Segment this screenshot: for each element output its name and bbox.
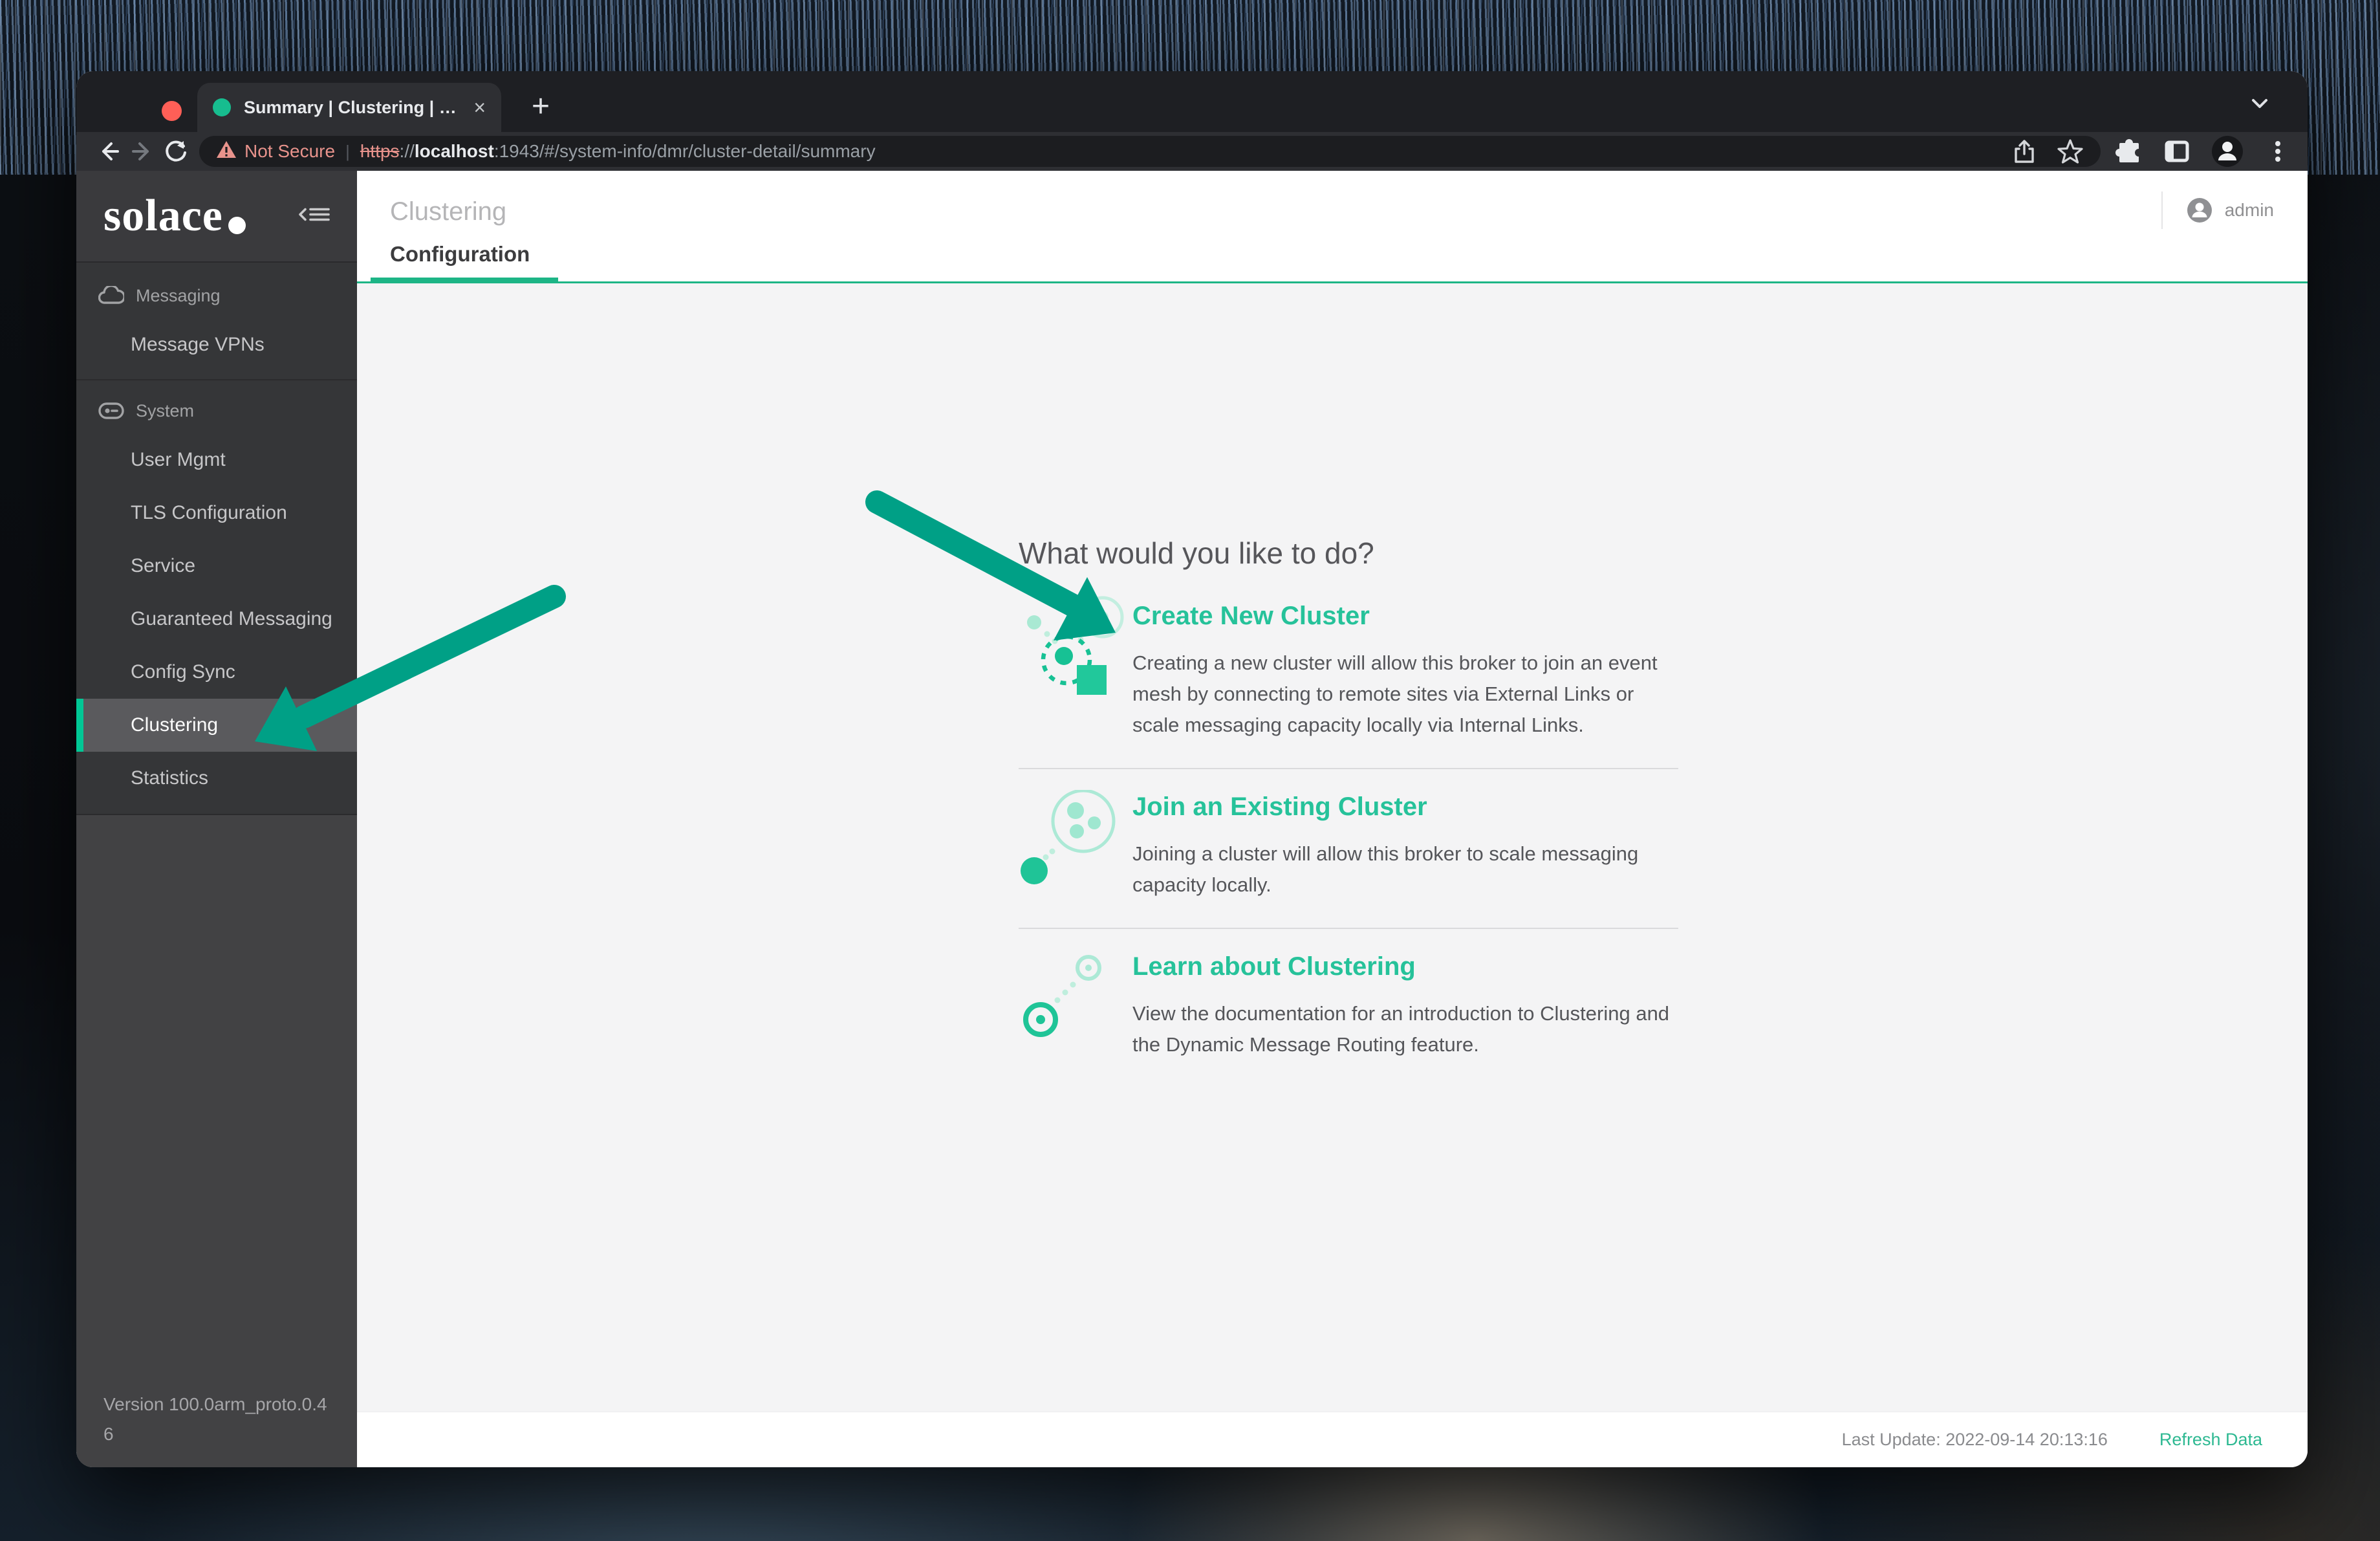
tab-bar: Configuration (357, 226, 2308, 283)
warning-icon (216, 140, 237, 164)
reload-icon[interactable] (159, 135, 193, 168)
browser-tabstrip: Summary | Clustering | System × + (76, 71, 2308, 132)
url-separator: | (345, 141, 350, 161)
create-new-cluster-link[interactable]: Create New Cluster (1132, 602, 1678, 631)
sidebar-item-user-mgmt[interactable]: User Mgmt (76, 433, 357, 486)
sidebar-item-statistics[interactable]: Statistics (76, 752, 357, 805)
section-system: System (76, 388, 357, 433)
url-path: :1943/#/system-info/dmr/cluster-detail/s… (493, 141, 876, 161)
collapse-sidebar-icon[interactable] (298, 202, 331, 231)
status-bar: Last Update: 2022-09-14 20:13:16 Refresh… (357, 1412, 2308, 1467)
sidebar-divider (76, 379, 357, 380)
extensions-puzzle-icon[interactable] (2115, 137, 2143, 166)
sidebar-item-service[interactable]: Service (76, 540, 357, 593)
page-title: Clustering (390, 197, 507, 226)
url-text: https://localhost:1943/#/system-info/dmr… (360, 141, 876, 162)
tab-configuration[interactable]: Configuration (390, 242, 530, 267)
sidebar-item-message-vpns[interactable]: Message VPNs (76, 318, 357, 371)
sidebar-item-guaranteed-messaging[interactable]: Guaranteed Messaging (76, 593, 357, 646)
option-create-new-cluster: Create New Cluster Creating a new cluste… (1019, 593, 1678, 768)
section-messaging: Messaging (76, 273, 357, 318)
question-heading: What would you like to do? (1019, 536, 1374, 570)
address-bar[interactable]: Not Secure | https://localhost:1943/#/sy… (199, 136, 2101, 167)
profile-icon[interactable] (2211, 135, 2244, 168)
omnibox-actions (2011, 138, 2084, 165)
share-icon[interactable] (2011, 138, 2037, 164)
forward-icon[interactable] (125, 135, 159, 168)
back-icon[interactable] (92, 135, 125, 168)
section-label: System (136, 400, 195, 421)
url-host: localhost (414, 141, 494, 161)
side-panel-icon[interactable] (2163, 137, 2191, 166)
join-existing-cluster-link[interactable]: Join an Existing Cluster (1132, 792, 1678, 822)
main-panel: Clustering admin Configuration What woul… (357, 171, 2308, 1467)
tab-title: Summary | Clustering | System (244, 97, 464, 117)
learn-about-clustering-description: View the documentation for an introducti… (1132, 1002, 1670, 1056)
close-window-button[interactable] (162, 101, 182, 121)
main-header: Clustering admin Configuration (357, 171, 2308, 283)
active-tab-underline (371, 278, 558, 283)
tab-close-icon[interactable]: × (473, 97, 486, 118)
sidebar-footer: Version 100.0arm_proto.0.4 6 (76, 814, 357, 1467)
tab-favicon-icon (213, 98, 231, 116)
section-label: Messaging (136, 285, 221, 305)
username: admin (2224, 200, 2274, 220)
refresh-data-link[interactable]: Refresh Data (2159, 1430, 2262, 1450)
join-cluster-icon (1019, 789, 1132, 901)
browser-tab-active[interactable]: Summary | Clustering | System × (197, 83, 501, 132)
learn-clustering-icon (1019, 952, 1132, 1060)
new-tab-button[interactable]: + (520, 85, 561, 127)
user-menu[interactable]: admin (2161, 191, 2274, 229)
create-new-cluster-description: Creating a new cluster will allow this b… (1132, 651, 1658, 736)
sidebar-item-clustering[interactable]: Clustering (76, 699, 357, 752)
sidebar-item-tls-configuration[interactable]: TLS Configuration (76, 486, 357, 540)
toolbar-right-actions (2112, 135, 2292, 168)
sidebar: solace Messaging Message VPNs System Use… (76, 171, 357, 1467)
menu-dots-icon[interactable] (2264, 137, 2292, 166)
sidebar-item-config-sync[interactable]: Config Sync (76, 646, 357, 699)
join-existing-cluster-description: Joining a cluster will allow this broker… (1132, 842, 1639, 896)
user-avatar-icon (2187, 198, 2212, 223)
browser-window: Summary | Clustering | System × + (76, 71, 2308, 1467)
option-join-existing-cluster: Join an Existing Cluster Joining a clust… (1019, 768, 1678, 928)
last-update-label: Last Update: 2022-09-14 20:13:16 (1841, 1430, 2108, 1449)
not-secure-label: Not Secure (244, 141, 336, 161)
version-text: Version 100.0arm_proto.0.4 (103, 1394, 327, 1414)
sidebar-logo-block: solace (76, 171, 357, 263)
bookmark-star-icon[interactable] (2057, 138, 2084, 165)
version-text-wrap: 6 (103, 1424, 114, 1444)
broker-icon (98, 402, 124, 419)
url-scheme-sep: :// (399, 141, 415, 161)
learn-about-clustering-link[interactable]: Learn about Clustering (1132, 952, 1678, 981)
content-area: What would you like to do? Create New Cl… (357, 283, 2308, 1412)
tab-search-chevron-icon[interactable] (2247, 91, 2273, 120)
cloud-icon (98, 286, 124, 304)
url-scheme: https (360, 141, 400, 161)
option-learn-about-clustering: Learn about Clustering View the document… (1019, 928, 1678, 1087)
app-page: solace Messaging Message VPNs System Use… (76, 171, 2308, 1467)
create-cluster-icon (1019, 596, 1132, 741)
browser-toolbar: Not Secure | https://localhost:1943/#/sy… (76, 132, 2308, 171)
desktop-wallpaper: Summary | Clustering | System × + (0, 0, 2380, 1541)
sidebar-nav: Messaging Message VPNs System User Mgmt … (76, 263, 357, 805)
solace-logo: solace (103, 190, 246, 242)
logo-dot (228, 217, 246, 234)
